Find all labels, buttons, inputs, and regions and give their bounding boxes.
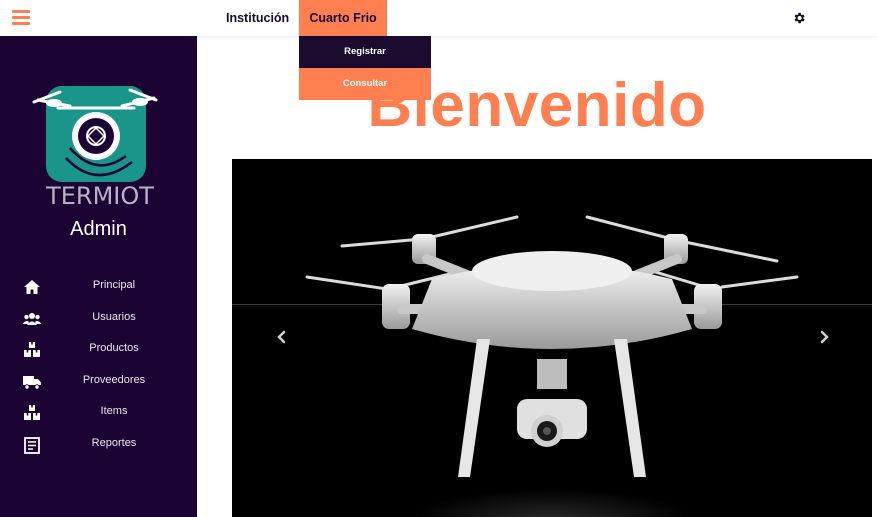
sidebar-item-label: Reportes: [91, 437, 137, 449]
sidebar-item-label: Productos: [89, 342, 139, 354]
image-carousel: [232, 159, 872, 517]
sidebar: TERMIOT Admin Principal Usuarios Product…: [0, 36, 197, 517]
sidebar-item-proveedores[interactable]: Proveedores: [0, 370, 197, 394]
boxes-icon: [24, 405, 40, 420]
nav-cuarto-frio[interactable]: Cuarto Frio: [299, 0, 387, 36]
gear-icon[interactable]: [792, 11, 806, 25]
sidebar-item-label: Proveedores: [82, 374, 146, 386]
sidebar-item-label: Principal: [92, 279, 136, 291]
termiot-logo: TERMIOT: [32, 86, 158, 208]
truck-icon: [23, 376, 41, 390]
boxes-icon: [24, 342, 40, 357]
nav-institucion[interactable]: Institución: [226, 0, 289, 36]
sidebar-item-principal[interactable]: Principal: [0, 275, 197, 299]
sidebar-item-usuarios[interactable]: Usuarios: [0, 307, 197, 331]
chevron-right-icon[interactable]: [814, 327, 834, 347]
sidebar-item-label: Items: [100, 405, 128, 417]
dropdown-registrar[interactable]: Registrar: [299, 36, 431, 68]
users-icon: [22, 313, 42, 325]
user-name: Admin: [70, 218, 127, 240]
logo-text: TERMIOT: [45, 182, 154, 208]
home-icon: [24, 280, 40, 294]
cuarto-frio-dropdown: Registrar Consultar: [299, 36, 431, 100]
drone-image: [305, 215, 799, 517]
dropdown-consultar[interactable]: Consultar: [299, 68, 431, 100]
top-navbar: Institución Cuarto Frio: [0, 0, 877, 36]
sidebar-item-label: Usuarios: [92, 311, 136, 323]
chevron-left-icon[interactable]: [272, 327, 292, 347]
sidebar-item-items[interactable]: Items: [0, 401, 197, 425]
hamburger-icon[interactable]: [12, 9, 30, 25]
sidebar-item-reportes[interactable]: Reportes: [0, 433, 197, 457]
report-icon: [24, 437, 40, 454]
sidebar-item-productos[interactable]: Productos: [0, 338, 197, 362]
